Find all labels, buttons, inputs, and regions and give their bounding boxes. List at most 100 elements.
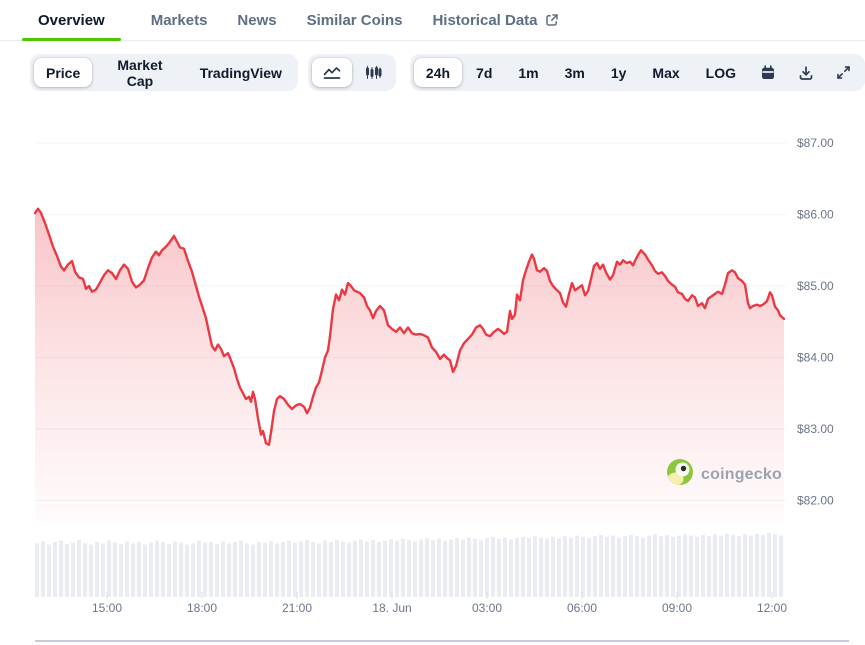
volume-bar — [761, 534, 765, 597]
range-max-button[interactable]: Max — [640, 58, 691, 87]
tradingview-button[interactable]: TradingView — [188, 58, 294, 87]
volume-bar — [323, 540, 327, 597]
tab-similar-coins[interactable]: Similar Coins — [307, 0, 403, 40]
volume-bar — [443, 540, 447, 597]
volume-bar — [569, 537, 573, 597]
volume-bar — [149, 542, 153, 597]
volume-bar — [653, 534, 657, 597]
volume-bar — [725, 533, 729, 597]
x-axis-label: 12:00 — [757, 601, 787, 615]
line-chart-icon — [322, 65, 342, 80]
y-axis-label: $87.00 — [797, 136, 834, 150]
volume-bar — [671, 536, 675, 597]
date-range-button[interactable] — [750, 58, 786, 87]
volume-bar — [305, 540, 309, 597]
price-chart[interactable]: $87.00 $86.00 $85.00 $84.00 $83.00 $82.00 15:0… — [0, 100, 865, 630]
download-button[interactable] — [788, 58, 824, 87]
x-axis-label: 15:00 — [92, 601, 122, 615]
volume-bar — [401, 538, 405, 597]
volume-bar — [641, 537, 645, 597]
coin-chart-page: Overview Markets News Similar Coins Hist… — [0, 0, 865, 645]
volume-bar — [71, 542, 75, 597]
volume-bar — [581, 536, 585, 597]
volume-bar — [425, 538, 429, 597]
volume-bar — [41, 541, 45, 597]
volume-bar — [767, 533, 771, 597]
volume-bar — [389, 539, 393, 597]
log-scale-button[interactable]: LOG — [694, 58, 748, 87]
volume-bar — [701, 534, 705, 597]
range-24h-button[interactable]: 24h — [413, 58, 463, 87]
volume-bar — [239, 540, 243, 597]
volume-bar — [209, 541, 213, 597]
volume-bar — [467, 537, 471, 597]
volume-bar — [413, 541, 417, 597]
volume-bar — [215, 543, 219, 597]
volume-bar — [53, 541, 57, 597]
y-axis-label: $82.00 — [797, 494, 834, 508]
volume-bar — [83, 543, 87, 597]
range-7d-button[interactable]: 7d — [464, 58, 504, 87]
volume-bar — [719, 535, 723, 597]
market-cap-button[interactable]: Market Cap — [94, 57, 185, 89]
volume-bar — [503, 537, 507, 597]
volume-bar — [293, 542, 297, 597]
volume-bar — [737, 536, 741, 597]
volume-bar — [77, 540, 81, 597]
volume-bar — [677, 535, 681, 597]
section-tabs: Overview Markets News Similar Coins Hist… — [0, 0, 865, 41]
volume-bar — [479, 540, 483, 597]
volume-bar — [101, 543, 105, 597]
bottom-divider — [35, 640, 849, 642]
tab-overview[interactable]: Overview — [22, 0, 121, 41]
tab-similar-coins-label: Similar Coins — [306, 11, 403, 29]
volume-bar — [407, 540, 411, 597]
volume-bar — [575, 535, 579, 597]
volume-bar — [227, 543, 231, 597]
tab-historical-data[interactable]: Historical Data — [432, 0, 558, 40]
volume-bar — [713, 534, 717, 597]
volume-bar — [773, 534, 777, 597]
volume-bar — [707, 536, 711, 597]
time-range-group: 24h 7d 1m 3m 1y Max LOG — [409, 54, 865, 91]
volume-bar — [623, 536, 627, 597]
fullscreen-button[interactable] — [826, 58, 861, 87]
line-chart-button[interactable] — [311, 58, 352, 87]
tab-overview-label: Overview — [38, 11, 105, 29]
volume-bar — [47, 544, 51, 597]
volume-bar — [263, 542, 267, 597]
fullscreen-icon — [836, 65, 851, 80]
range-1y-button[interactable]: 1y — [599, 58, 639, 87]
volume-bar — [491, 536, 495, 597]
volume-bar — [743, 534, 747, 597]
candlestick-chart-button[interactable] — [354, 58, 392, 87]
volume-bar — [131, 543, 135, 597]
volume-bar — [137, 541, 141, 597]
tab-markets[interactable]: Markets — [151, 0, 208, 40]
tab-news[interactable]: News — [237, 0, 276, 40]
price-button[interactable]: Price — [34, 58, 93, 87]
volume-bar — [485, 538, 489, 597]
range-3m-button[interactable]: 3m — [553, 58, 597, 87]
tab-markets-label: Markets — [150, 11, 208, 29]
range-1m-button[interactable]: 1m — [506, 58, 550, 87]
volume-bar — [629, 534, 633, 597]
chart-style-group — [307, 54, 396, 91]
volume-bar — [665, 534, 669, 597]
volume-bar — [377, 541, 381, 597]
volume-bar — [551, 536, 555, 597]
volume-bar — [605, 536, 609, 597]
candlestick-icon — [364, 65, 382, 80]
volume-bar — [347, 542, 351, 597]
volume-bar — [269, 541, 273, 597]
volume-bar — [593, 536, 597, 597]
x-axis-label: 09:00 — [662, 601, 692, 615]
volume-bar — [125, 541, 129, 597]
volume-bar — [119, 543, 123, 597]
x-axis-label: 03:00 — [472, 601, 502, 615]
volume-bar — [245, 543, 249, 597]
tab-historical-data-label: Historical Data — [432, 11, 538, 29]
volume-bar — [167, 543, 171, 597]
volume-bar — [731, 534, 735, 597]
volume-bar — [611, 535, 615, 597]
